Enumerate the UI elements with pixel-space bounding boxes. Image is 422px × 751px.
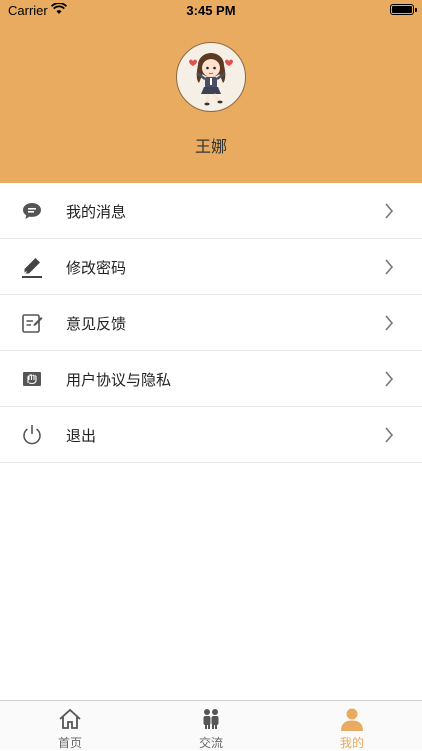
chevron-right-icon <box>384 259 394 275</box>
menu-item-feedback[interactable]: 意见反馈 <box>0 295 422 351</box>
menu-item-label: 我的消息 <box>66 203 127 221</box>
battery-icon <box>390 4 417 15</box>
menu-item-logout[interactable]: 退出 <box>0 407 422 463</box>
tab-label: 交流 <box>198 736 223 750</box>
menu-item-label: 修改密码 <box>66 259 127 277</box>
menu-item-messages[interactable]: 我的消息 <box>0 183 422 239</box>
tab-label: 我的 <box>339 736 364 750</box>
tab-home[interactable]: 首页 <box>0 701 140 751</box>
tab-label: 首页 <box>57 736 82 750</box>
avatar[interactable] <box>176 42 246 112</box>
tab-bar: 首页 交流 我的 <box>0 700 422 750</box>
pencil-icon <box>20 255 44 279</box>
feedback-icon <box>20 311 44 335</box>
power-icon <box>20 423 44 447</box>
home-icon <box>57 707 83 731</box>
user-icon <box>339 707 365 731</box>
menu-item-label: 用户协议与隐私 <box>66 371 172 389</box>
agreement-icon <box>20 367 44 391</box>
profile-header: Carrier 3:45 PM 王娜 <box>0 0 422 183</box>
status-bar: Carrier 3:45 PM <box>0 0 422 22</box>
tab-community[interactable]: 交流 <box>141 701 281 751</box>
chevron-right-icon <box>384 315 394 331</box>
avatar-illustration <box>189 53 233 106</box>
menu-item-label: 退出 <box>66 427 97 445</box>
menu-item-label: 意见反馈 <box>66 315 127 333</box>
menu-item-user-agreement[interactable]: 用户协议与隐私 <box>0 351 422 407</box>
user-name: 王娜 <box>194 137 227 156</box>
chevron-right-icon <box>384 203 394 219</box>
tab-mine[interactable]: 我的 <box>282 701 422 751</box>
message-bubble-icon <box>20 199 44 223</box>
chevron-right-icon <box>384 427 394 443</box>
menu-item-change-password[interactable]: 修改密码 <box>0 239 422 295</box>
settings-menu: 我的消息 修改密码 意见反馈 用户协议与隐私 退出 <box>0 183 422 463</box>
clock: 3:45 PM <box>186 3 236 18</box>
chevron-right-icon <box>384 371 394 387</box>
people-icon <box>198 707 224 731</box>
